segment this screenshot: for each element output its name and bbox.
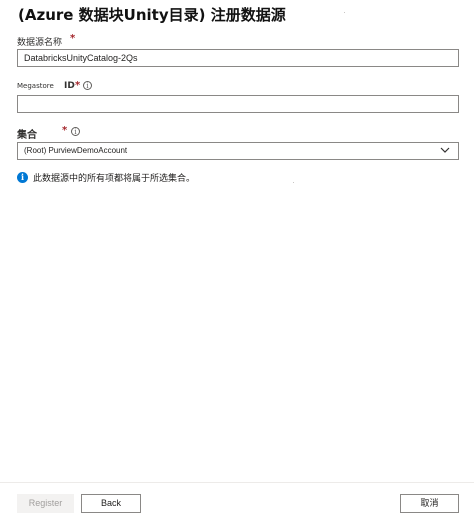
name-field-label: 数据源名称 [17, 38, 63, 48]
chevron-down-icon [440, 147, 450, 153]
info-message: i 此数据源中的所有项都将属于所选集合。 [17, 171, 195, 184]
megastore-id-label: ID [64, 81, 75, 91]
info-message-text: 此数据源中的所有项都将属于所选集合。 [33, 174, 196, 184]
decorative-speck [344, 12, 345, 13]
register-data-source-panel: (Azure 数据块Unity目录) 注册数据源 数据源名称 * Databri… [0, 0, 474, 520]
info-icon: i [17, 172, 28, 183]
collection-required-mark: * [62, 125, 68, 136]
name-required-mark: * [70, 33, 76, 44]
megastore-label: Megastore [17, 82, 54, 90]
footer-divider [0, 482, 474, 483]
collection-label: 集合 [17, 130, 37, 141]
cancel-button[interactable]: 取消 [400, 494, 459, 513]
collection-selected-value: (Root) PurviewDemoAccount [24, 146, 128, 155]
page-title: (Azure 数据块Unity目录) 注册数据源 [18, 6, 286, 24]
megastore-info-icon[interactable]: i [83, 81, 92, 90]
decorative-speck [293, 182, 294, 183]
megastore-id-input[interactable] [17, 95, 459, 113]
register-button[interactable]: Register [17, 494, 74, 513]
back-button[interactable]: Back [81, 494, 141, 513]
collection-select[interactable]: (Root) PurviewDemoAccount [17, 142, 459, 160]
collection-info-icon[interactable]: i [71, 127, 80, 136]
megastore-required-mark: * [75, 80, 81, 91]
data-source-name-input[interactable]: DatabricksUnityCatalog-2Qs [17, 49, 459, 67]
